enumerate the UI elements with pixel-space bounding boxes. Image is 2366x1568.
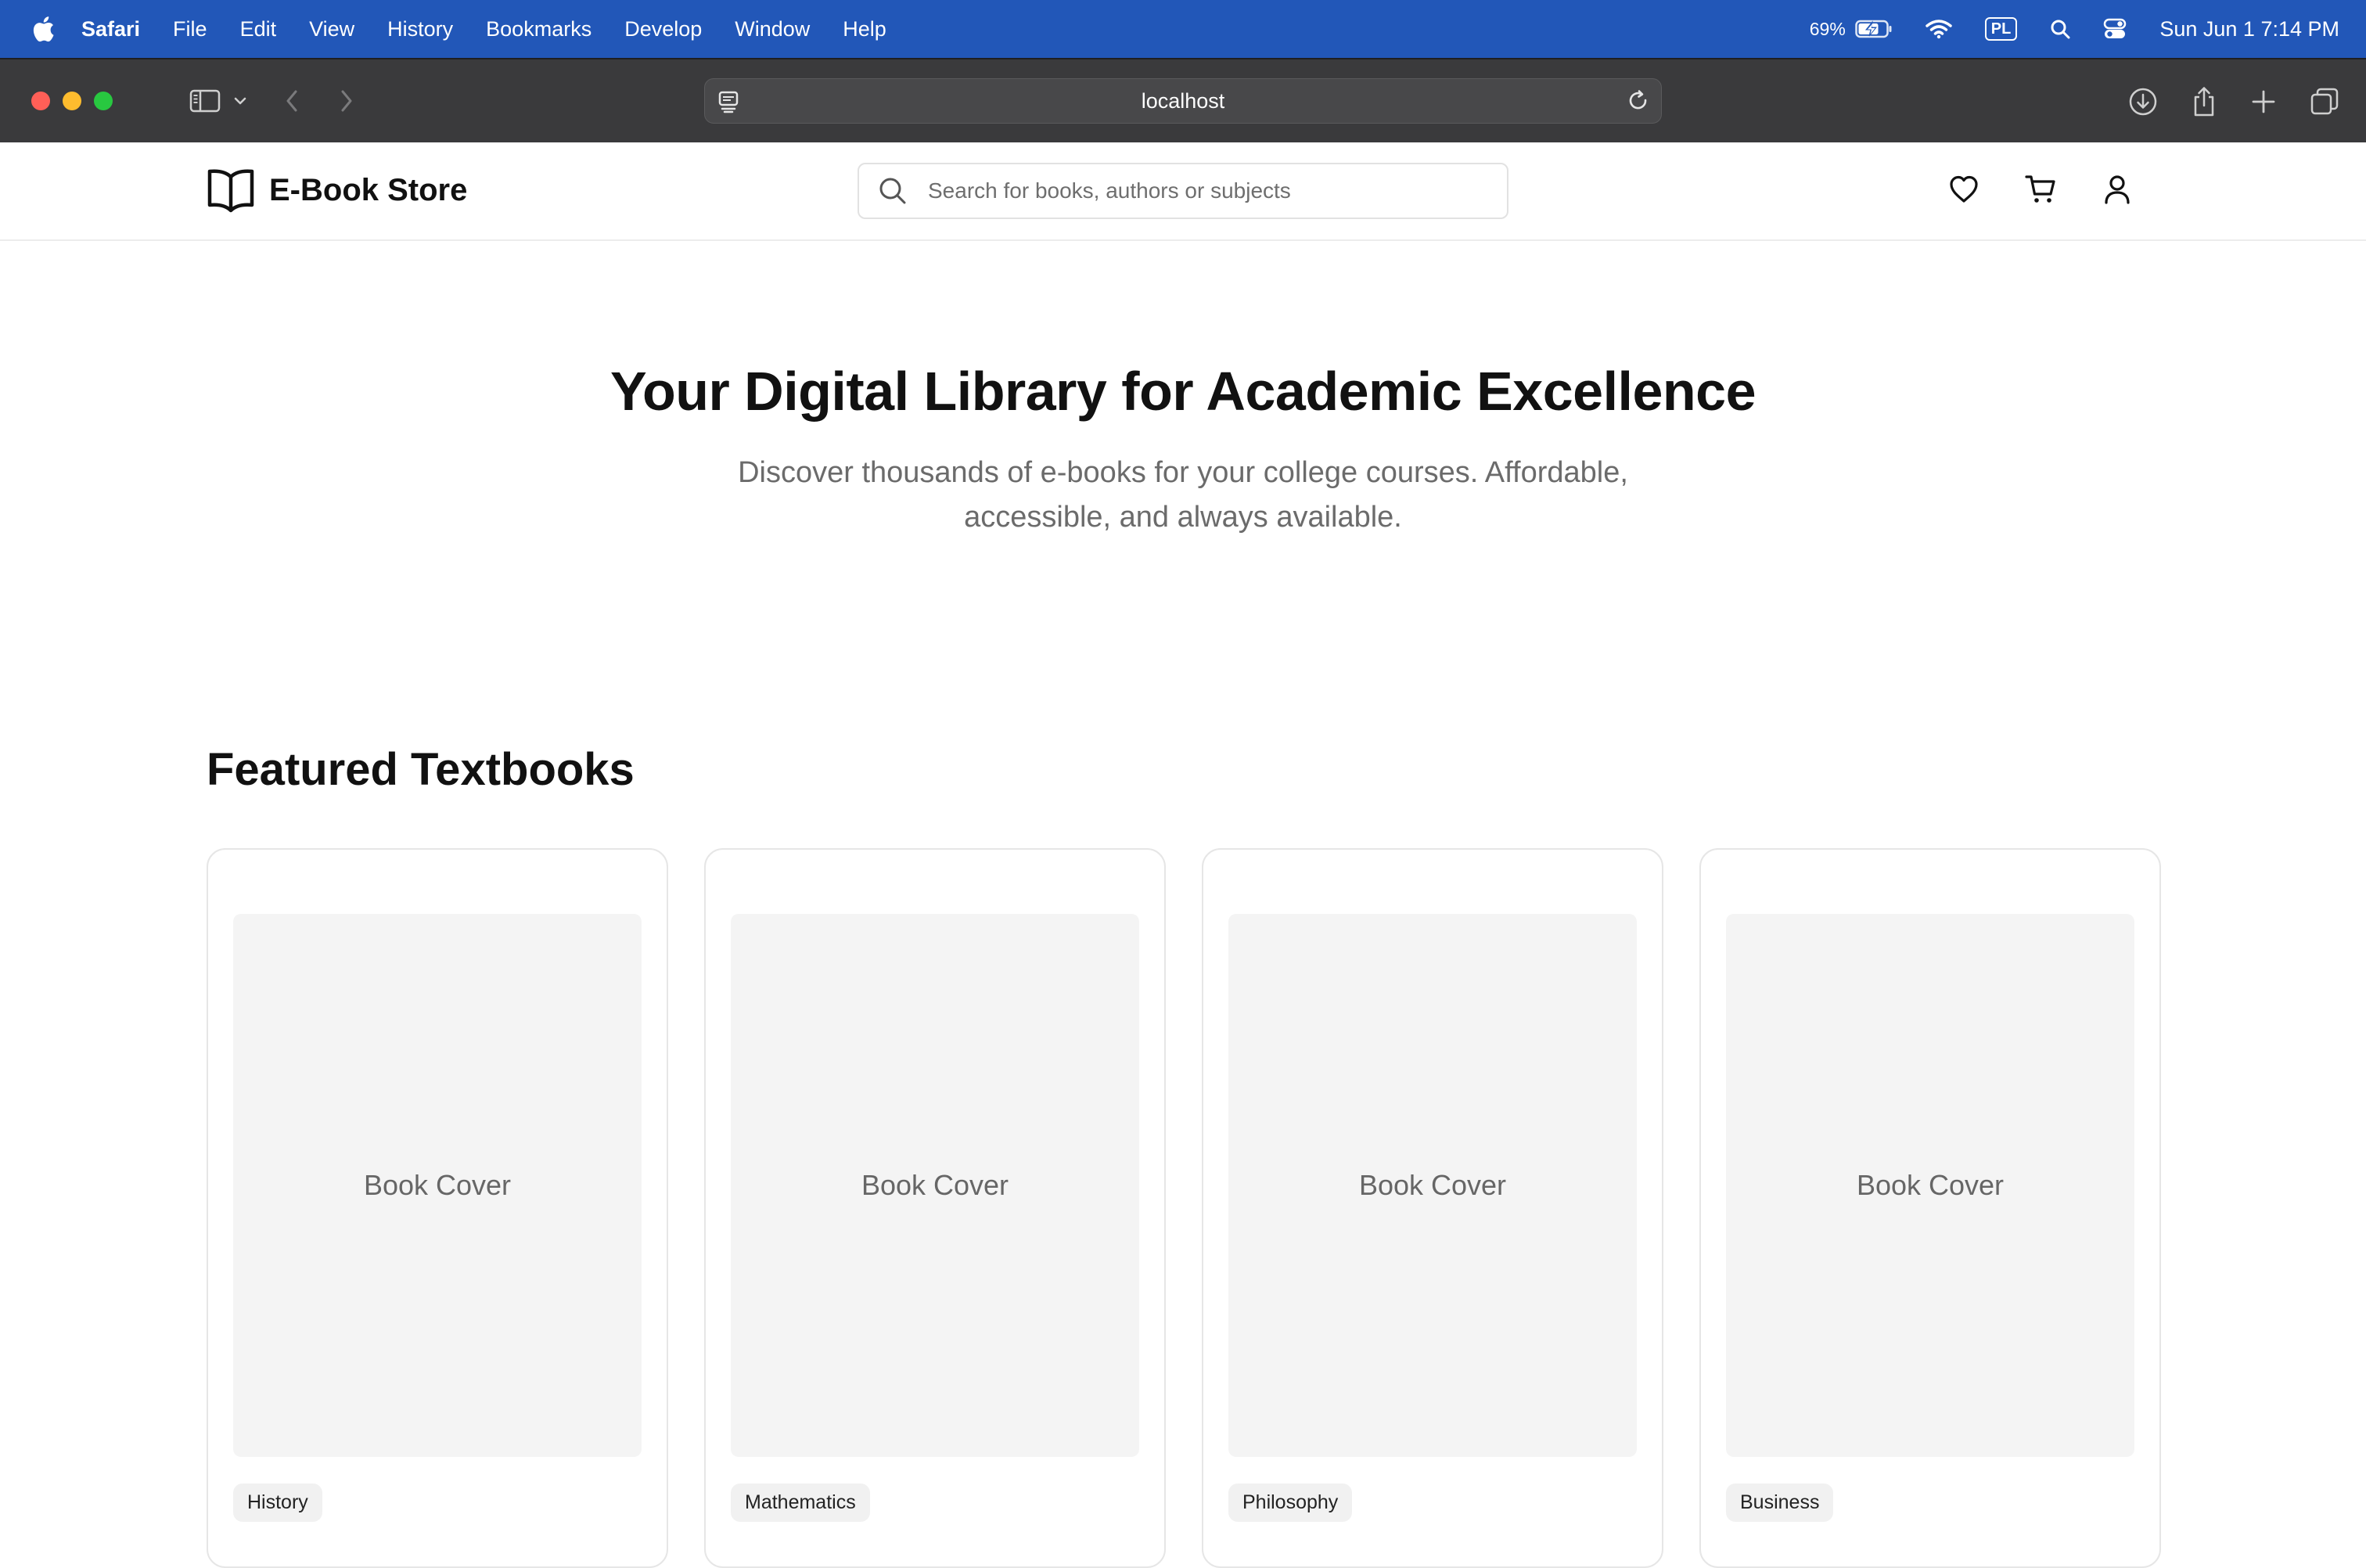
menu-history[interactable]: History <box>387 17 453 41</box>
cart-icon[interactable] <box>2025 174 2058 205</box>
book-cover-placeholder[interactable]: Book Cover <box>1228 914 1637 1457</box>
fullscreen-window-button[interactable] <box>94 92 113 110</box>
page-settings-icon[interactable] <box>717 90 739 113</box>
store-name: E-Book Store <box>269 172 468 207</box>
menu-view[interactable]: View <box>309 17 354 41</box>
input-source-badge[interactable]: PL <box>1984 17 2018 41</box>
window-controls <box>31 92 125 110</box>
category-badge: History <box>233 1483 322 1522</box>
site-header: E-Book Store <box>0 142 2366 241</box>
hero-section: Your Digital Library for Academic Excell… <box>0 360 2366 540</box>
battery-percent: 69% <box>1809 18 1846 39</box>
menu-window[interactable]: Window <box>735 17 810 41</box>
share-icon[interactable] <box>2191 86 2217 117</box>
tab-overview-icon[interactable] <box>2310 86 2339 117</box>
category-badge: Philosophy <box>1228 1483 1353 1522</box>
forward-chevron-icon[interactable] <box>340 89 354 113</box>
sidebar-toggle-icon[interactable] <box>189 89 221 113</box>
tab-group-chevron-down-icon[interactable] <box>233 96 247 106</box>
user-account-icon[interactable] <box>2103 174 2131 205</box>
menu-clock[interactable]: Sun Jun 1 7:14 PM <box>2159 17 2339 41</box>
address-bar[interactable]: localhost <box>704 78 1662 124</box>
menu-app-name[interactable]: Safari <box>81 17 140 41</box>
toolbar-right-actions <box>2095 86 2339 117</box>
hero-title: Your Digital Library for Academic Excell… <box>609 361 1757 422</box>
macos-menu-bar: Safari File Edit View History Bookmarks … <box>0 0 2366 58</box>
category-badge: Mathematics <box>731 1483 870 1522</box>
reload-icon[interactable] <box>1627 89 1650 113</box>
address-url: localhost <box>1141 88 1225 113</box>
apple-logo-icon[interactable] <box>31 16 55 42</box>
status-area: 69% PL Sun Jun 1 7:14 PM <box>1810 17 2339 41</box>
menu-bookmarks[interactable]: Bookmarks <box>486 17 592 41</box>
menu-edit[interactable]: Edit <box>240 17 277 41</box>
category-badge: Business <box>1726 1483 1834 1522</box>
control-center-icon[interactable] <box>2103 18 2127 40</box>
minimize-window-button[interactable] <box>63 92 81 110</box>
featured-books-grid: Book Cover History Book Cover Mathematic… <box>207 848 2197 1568</box>
book-card[interactable]: Book Cover History <box>207 848 668 1568</box>
open-book-icon <box>207 167 255 213</box>
wifi-icon[interactable] <box>1926 19 1952 39</box>
menu-file[interactable]: File <box>173 17 207 41</box>
browser-toolbar: localhost <box>0 58 2366 142</box>
hero-subtitle: Discover thousands of e-books for your c… <box>738 456 1628 534</box>
menu-develop[interactable]: Develop <box>624 17 702 41</box>
featured-section-title: Featured Textbooks <box>207 744 635 795</box>
menu-help[interactable]: Help <box>843 17 886 41</box>
search-input[interactable] <box>926 178 1474 204</box>
spotlight-search-icon[interactable] <box>2050 19 2070 39</box>
store-logo[interactable]: E-Book Store <box>207 167 467 213</box>
new-tab-plus-icon[interactable] <box>2250 86 2277 117</box>
back-chevron-icon[interactable] <box>285 89 299 113</box>
header-actions <box>1948 174 2177 205</box>
wishlist-heart-icon[interactable] <box>1948 174 1979 205</box>
book-card[interactable]: Book Cover Business <box>1699 848 2161 1568</box>
book-cover-placeholder[interactable]: Book Cover <box>731 914 1139 1457</box>
book-cover-placeholder[interactable]: Book Cover <box>233 914 642 1457</box>
close-window-button[interactable] <box>31 92 50 110</box>
book-card[interactable]: Book Cover Mathematics <box>704 848 1166 1568</box>
book-card[interactable]: Book Cover Philosophy <box>1202 848 1663 1568</box>
search-icon <box>878 176 908 206</box>
book-cover-placeholder[interactable]: Book Cover <box>1726 914 2134 1457</box>
downloads-icon[interactable] <box>2128 86 2158 117</box>
battery-icon[interactable] <box>1855 20 1893 38</box>
search-bar[interactable] <box>858 163 1508 219</box>
